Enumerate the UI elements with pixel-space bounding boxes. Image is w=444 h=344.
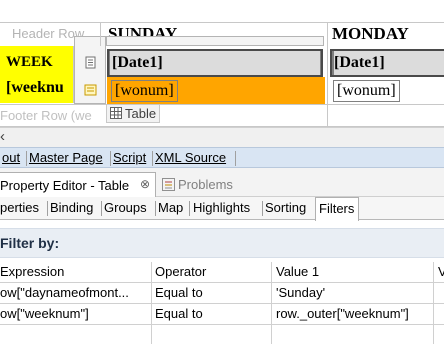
problems-icon — [162, 178, 175, 191]
tab-sorting[interactable]: Sorting — [265, 197, 306, 220]
footer-row-label: Footer Row (we — [0, 108, 92, 123]
property-category-tabs: perties Binding Groups Map Highlights So… — [0, 197, 444, 221]
detail-row-handle[interactable] — [76, 51, 104, 75]
column-divider — [271, 262, 272, 344]
editor-tab-bar: out Master Page Script XML Source — [0, 147, 444, 168]
wonum-field-sunday: [wonum] — [111, 80, 178, 102]
table-icon — [110, 107, 122, 119]
table-tag[interactable]: Table — [106, 105, 160, 123]
scroll-left-arrow-icon[interactable]: ‹ — [0, 128, 5, 146]
filter-row[interactable]: ow["daynameofmont... Equal to 'Sunday' — [0, 283, 444, 304]
tab-separator — [47, 201, 48, 216]
column-header-operator[interactable]: Operator — [155, 262, 270, 283]
tab-groups[interactable]: Groups — [104, 197, 147, 220]
column-header-value2[interactable]: V — [438, 262, 444, 283]
column-divider — [151, 262, 152, 344]
tab-filters-label: Filters — [319, 201, 355, 216]
grid-line — [327, 22, 328, 126]
wonum-field-monday[interactable]: [wonum] — [333, 80, 400, 102]
filter-operator: Equal to — [155, 306, 203, 321]
problems-label: Problems — [178, 177, 233, 192]
filter-expression: ow["weeknum"] — [0, 306, 89, 321]
group-row-icon — [84, 84, 97, 96]
grid-line — [0, 22, 444, 23]
tab-script[interactable]: Script — [111, 148, 148, 169]
filter-panel: Filter by: Expression Operator Value 1 V… — [0, 221, 444, 344]
tab-property-editor[interactable]: Property Editor - Table ⊗ — [0, 172, 156, 197]
filter-table-header: Expression Operator Value 1 V — [0, 262, 444, 283]
tab-separator — [189, 201, 190, 216]
close-tab-icon[interactable]: ⊗ — [140, 177, 150, 191]
filter-value1: 'Sunday' — [276, 285, 326, 300]
document-icon — [85, 56, 96, 69]
view-tab-bar: Property Editor - Table ⊗ Problems — [0, 168, 444, 197]
tab-master-page[interactable]: Master Page — [27, 148, 105, 169]
tab-separator — [235, 151, 236, 166]
property-editor-title: Property Editor - Table — [0, 178, 130, 193]
column-header-expression[interactable]: Expression — [0, 262, 150, 283]
filter-operator: Equal to — [155, 285, 203, 300]
table-column-handle-bar[interactable] — [106, 36, 324, 46]
tab-properties[interactable]: perties — [0, 197, 39, 220]
tab-filters[interactable]: Filters — [315, 197, 359, 221]
tab-binding[interactable]: Binding — [50, 197, 93, 220]
week-label: WEEK — [6, 54, 53, 70]
filter-table[interactable]: Expression Operator Value 1 V ow["daynam… — [0, 262, 444, 344]
filter-expression: ow["daynameofmont... — [0, 285, 129, 300]
column-header-monday[interactable]: MONDAY — [332, 22, 444, 46]
canvas-horizontal-scrollbar[interactable]: ‹ — [0, 127, 444, 147]
date-field-sunday: [Date1] — [110, 51, 320, 75]
tab-xml-source[interactable]: XML Source — [153, 148, 228, 169]
tab-highlights[interactable]: Highlights — [193, 197, 250, 220]
grid-line — [0, 104, 444, 105]
table-tag-label: Table — [125, 106, 157, 121]
date-field-monday: [Date1] — [334, 51, 444, 75]
filter-value1: row._outer["weeknum"] — [276, 306, 409, 321]
column-divider — [433, 262, 434, 344]
tab-map[interactable]: Map — [158, 197, 183, 220]
weeknum-field[interactable]: [weeknu — [6, 79, 64, 97]
tab-layout[interactable]: out — [0, 148, 22, 169]
tab-separator — [262, 201, 263, 216]
filter-row[interactable]: ow["weeknum"] Equal to row._outer["weekn… — [0, 304, 444, 325]
tab-separator — [101, 201, 102, 216]
column-header-value1[interactable]: Value 1 — [276, 262, 434, 283]
tab-separator — [155, 201, 156, 216]
grid-line — [100, 22, 101, 46]
filter-heading: Filter by: — [0, 235, 60, 251]
report-layout-canvas[interactable]: Header Row SUNDAY MONDAY WEEK [weeknu [D… — [0, 0, 444, 127]
group-row-handle[interactable] — [76, 78, 104, 102]
filter-heading-bar: Filter by: — [0, 228, 444, 258]
